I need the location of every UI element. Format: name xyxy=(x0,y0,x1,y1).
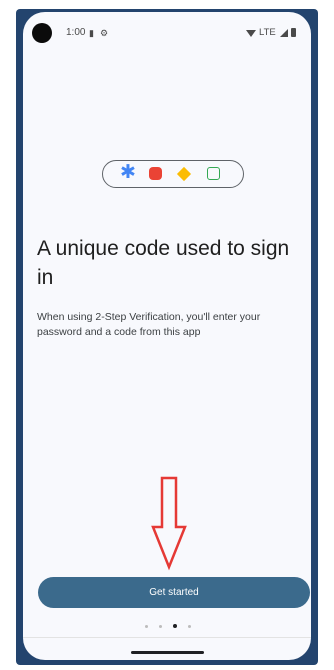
page-description: When using 2-Step Verification, you'll e… xyxy=(37,311,261,338)
camera-cutout xyxy=(32,23,52,43)
red-blob-icon xyxy=(149,167,162,180)
illustration: ✱ xyxy=(102,160,244,188)
sd-card-icon: ▮ xyxy=(89,28,94,38)
phone-screen: 1:00 ▮ ⚙ LTE ✱ A unique code used to sig… xyxy=(23,12,311,660)
status-time: 1:00 xyxy=(66,27,86,38)
page-dot-active xyxy=(173,624,177,628)
page-dot xyxy=(159,624,162,628)
green-square-icon xyxy=(207,167,220,180)
signal-icon xyxy=(280,29,288,37)
get-started-button[interactable]: Get started xyxy=(38,577,310,608)
divider xyxy=(23,637,311,638)
page-title: A unique code used to sign in xyxy=(37,237,290,289)
home-gesture-bar[interactable] xyxy=(131,651,204,654)
page-indicator xyxy=(145,624,191,628)
asterisk-icon: ✱ xyxy=(120,162,136,183)
page-dot xyxy=(145,624,148,628)
arrow-down-icon xyxy=(151,476,187,571)
yellow-diamond-icon xyxy=(176,166,192,182)
battery-icon xyxy=(291,28,296,37)
network-label: LTE xyxy=(259,27,276,38)
page-dot xyxy=(188,624,191,628)
vpn-icon: ⚙ xyxy=(100,28,109,38)
wifi-icon xyxy=(246,30,256,37)
